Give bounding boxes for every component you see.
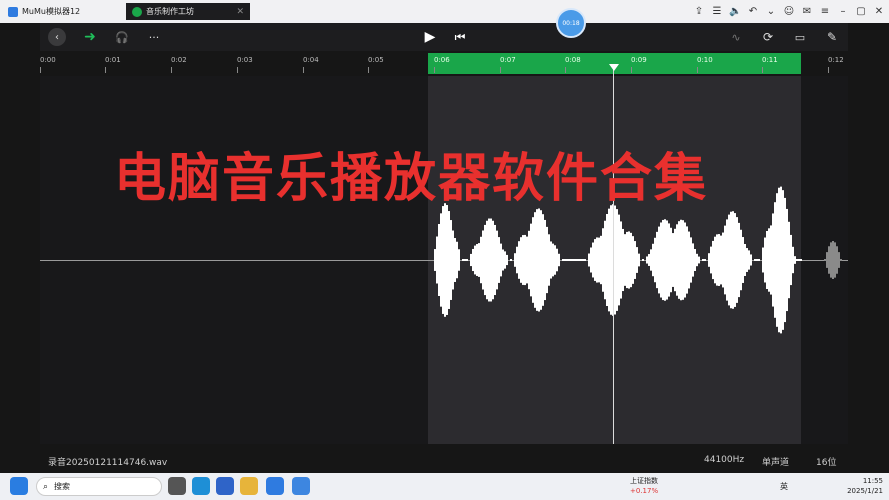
user-icon[interactable]: ☺ [783, 3, 795, 20]
windows-start-icon[interactable] [10, 477, 28, 495]
close-icon[interactable]: ✕ [873, 3, 885, 20]
more-icon[interactable]: ··· [144, 26, 164, 48]
screen: MuMu模拟器12 音乐制作工坊 ✕ ⇪ ☰ 🔈 ↶ ⌄ ☺ ✉ ≡ – ▢ ✕… [0, 0, 889, 500]
tab-mumu-label: MuMu模拟器12 [22, 7, 81, 16]
stock-widget[interactable]: 上证指数 +0.17% [630, 476, 658, 496]
playhead-handle-icon[interactable] [609, 64, 619, 71]
tick-label: 0:04 [303, 56, 319, 73]
maximize-icon[interactable]: ▢ [855, 3, 867, 20]
play-button[interactable]: ▶ [420, 26, 440, 48]
app-toolbar: ‹ ➜ 🎧 ··· ▶ ⏮ ∿ ⟳ ▭ ✎ [40, 23, 848, 51]
stock-name: 上证指数 [630, 477, 658, 485]
record-timer[interactable]: 00:18 [556, 8, 586, 38]
window-app-icon[interactable] [292, 477, 310, 495]
channels: 单声道 [762, 458, 790, 468]
tick-label: 0:08 [565, 56, 581, 73]
close-tab-icon[interactable]: ✕ [236, 7, 244, 17]
tick-label: 0:09 [631, 56, 647, 73]
menu-icon[interactable]: ☰ [711, 3, 723, 20]
tab-mumu[interactable]: MuMu模拟器12 [2, 3, 122, 20]
tick-label: 0:06 [434, 56, 450, 73]
search-input[interactable]: ⌕ 搜索 [36, 477, 162, 496]
audio-waveform [434, 186, 842, 334]
file-info-bar: 录音20250121114746.wav 44100Hz 单声道 16位 [40, 446, 848, 473]
chevron-down-icon[interactable]: ⌄ [765, 3, 777, 20]
loop-icon[interactable]: ⟳ [758, 26, 778, 48]
input-language[interactable]: 英 [780, 481, 788, 492]
tick-label: 0:03 [237, 56, 253, 73]
tick-label: 0:01 [105, 56, 121, 73]
undo-icon[interactable]: ↶ [747, 3, 759, 20]
tab-music-studio[interactable]: 音乐制作工坊 ✕ [126, 3, 250, 20]
pinned-app-icon[interactable] [216, 477, 234, 495]
minimize-icon[interactable]: – [837, 3, 849, 20]
search-placeholder: 搜索 [54, 482, 71, 491]
waveform-icon[interactable]: ∿ [726, 26, 746, 48]
file-icon[interactable]: ▭ [790, 26, 810, 48]
forward-icon[interactable]: ➜ [80, 26, 100, 48]
hamburger-icon[interactable]: ≡ [819, 3, 831, 20]
mail-icon[interactable]: ✉ [801, 3, 813, 20]
timeline-ruler[interactable]: 0:00 0:01 0:02 0:03 0:04 0:05 0:06 0:07 … [40, 51, 848, 76]
emulator-titlebar: MuMu模拟器12 音乐制作工坊 ✕ ⇪ ☰ 🔈 ↶ ⌄ ☺ ✉ ≡ – ▢ ✕ [0, 0, 889, 23]
mumu-logo-icon [8, 6, 18, 17]
tick-label: 0:10 [697, 56, 713, 73]
clock-date: 2025/1/21 [847, 487, 883, 495]
edit-pencil-icon[interactable]: ✎ [822, 26, 842, 48]
waveform-canvas[interactable] [40, 64, 848, 444]
clock-time: 11:55 [862, 477, 883, 485]
search-icon: ⌕ [43, 481, 49, 492]
playhead[interactable] [613, 68, 614, 444]
tick-label: 0:11 [762, 56, 778, 73]
tick-label: 0:12 [828, 56, 844, 73]
skip-start-button[interactable]: ⏮ [450, 26, 470, 48]
file-explorer-icon[interactable] [240, 477, 258, 495]
volume-icon[interactable]: 🔈 [729, 3, 741, 20]
overlay-title: 电脑音乐播放器软件合集 [114, 149, 709, 209]
tick-label: 0:05 [368, 56, 384, 73]
tick-label: 0:02 [171, 56, 187, 73]
task-view-icon[interactable] [168, 477, 186, 495]
headphones-icon[interactable]: 🎧 [112, 26, 132, 48]
tick-label: 0:07 [500, 56, 516, 73]
edge-icon[interactable] [192, 477, 210, 495]
sample-rate: 44100Hz [704, 455, 745, 465]
file-name: 录音20250121114746.wav [48, 458, 168, 468]
share-icon[interactable]: ⇪ [693, 3, 705, 20]
app-logo-icon [132, 6, 142, 17]
tab-music-studio-label: 音乐制作工坊 [146, 7, 194, 16]
back-button[interactable]: ‹ [48, 28, 66, 46]
tick-label: 0:00 [40, 56, 56, 73]
stock-change: +0.17% [630, 487, 659, 495]
window-controls: ⇪ ☰ 🔈 ↶ ⌄ ☺ ✉ ≡ – ▢ ✕ [693, 3, 885, 20]
mumu-taskbar-icon[interactable] [266, 477, 284, 495]
system-clock[interactable]: 11:55 2025/1/21 [847, 476, 883, 496]
windows-taskbar: ⌕ 搜索 上证指数 +0.17% 英 11:55 2025/1/21 [0, 473, 889, 500]
bit-depth: 16位 [816, 458, 837, 468]
